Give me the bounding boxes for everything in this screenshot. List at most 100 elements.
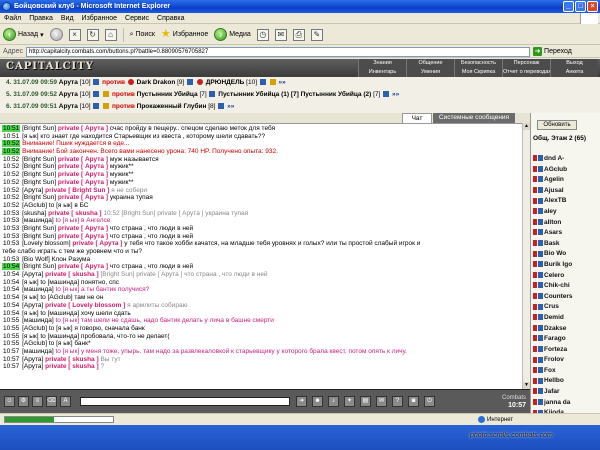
online-user[interactable]: Chik-chi: [533, 281, 599, 292]
info-icon[interactable]: [209, 91, 216, 98]
nav-skills[interactable]: Умения: [406, 68, 454, 77]
menu-file[interactable]: Файл: [4, 13, 21, 23]
nav-inventory[interactable]: Инвентарь: [358, 68, 406, 77]
chat-private-recipient[interactable]: private [ skusha ]: [48, 210, 101, 217]
battle-row[interactable]: 5. 31.07.09 09:52 Арута [10] против Пуст…: [0, 89, 600, 101]
chat-sender[interactable]: [Bright Sun]: [22, 179, 56, 186]
chat-private-recipient[interactable]: private [ Арута ]: [58, 179, 108, 186]
online-user[interactable]: Asars: [533, 228, 599, 239]
online-user[interactable]: janna da: [533, 398, 599, 409]
favorites-button[interactable]: ★ Избранное: [161, 29, 208, 40]
maximize-button[interactable]: □: [575, 1, 586, 12]
chat-sender[interactable]: [Bright Sun]: [22, 125, 56, 132]
battle-extra-name[interactable]: Пустынник Убийца (1) [7] Пустынник Убийц…: [218, 91, 371, 98]
chat-private-recipient[interactable]: private [ Bright Sun ]: [45, 187, 109, 194]
scroll-down-icon[interactable]: ▼: [523, 382, 530, 389]
online-user[interactable]: Farago: [533, 334, 599, 345]
nav-security[interactable]: Безопасность: [454, 59, 502, 68]
battle-right-name[interactable]: Пустынник Убийца: [137, 91, 198, 98]
media-button[interactable]: ♪ Медиа: [214, 28, 251, 41]
chat-message-input[interactable]: [80, 397, 290, 406]
chat-sender[interactable]: [Bright Sun]: [22, 163, 56, 170]
chat-sender[interactable]: [я ык]: [22, 333, 38, 340]
scroll-up-icon[interactable]: ▲: [523, 123, 530, 130]
info-icon[interactable]: [93, 91, 100, 98]
online-user[interactable]: Hellbo: [533, 376, 599, 387]
nav-knowledge[interactable]: Знания: [358, 59, 406, 68]
chat-sender[interactable]: [Bio Wolf]: [22, 256, 50, 263]
map-icon[interactable]: ✦: [344, 396, 355, 407]
chat-sender[interactable]: [Арута]: [22, 363, 43, 370]
chat-private-recipient[interactable]: private [ Арута ]: [58, 194, 108, 201]
online-user[interactable]: Forteza: [533, 345, 599, 356]
online-user[interactable]: AlexTB: [533, 196, 599, 207]
battle-left-name[interactable]: Арута: [59, 91, 78, 98]
nav-character[interactable]: Персонаж: [502, 59, 550, 68]
chat-sender[interactable]: [машинда]: [22, 217, 54, 224]
online-user[interactable]: Ajusal: [533, 186, 599, 197]
menu-view[interactable]: Вид: [61, 13, 74, 23]
chat-sender[interactable]: [я ык]: [22, 279, 38, 286]
chat-private-recipient[interactable]: private [ Lovely blossom ]: [45, 302, 125, 309]
online-user[interactable]: Bask: [533, 239, 599, 250]
chat-scrollbar[interactable]: ▲ ▼: [522, 123, 530, 389]
online-user[interactable]: Celero: [533, 271, 599, 282]
book-icon[interactable]: ▤: [360, 396, 371, 407]
nav-my-scroll[interactable]: Моя Скрипка: [454, 68, 502, 77]
online-user[interactable]: Frolov: [533, 355, 599, 366]
chat-private-recipient[interactable]: private [ Арута ]: [58, 171, 108, 178]
online-user[interactable]: Burik Igo: [533, 260, 599, 271]
online-user[interactable]: Demid: [533, 313, 599, 324]
menu-tools[interactable]: Сервис: [125, 13, 149, 23]
chat-sender[interactable]: [skusha]: [22, 210, 46, 217]
info-icon[interactable]: [259, 79, 266, 86]
chat-sender[interactable]: [я ык]: [22, 310, 38, 317]
emoticons-icon[interactable]: ☺: [4, 396, 15, 407]
chat-sender[interactable]: [Bright Sun]: [22, 171, 56, 178]
battle-row[interactable]: 4. 31.07.09 09:59 Арута [10] против Dark…: [0, 77, 600, 89]
bag-icon[interactable]: ◙: [408, 396, 419, 407]
info-icon[interactable]: [187, 79, 194, 86]
chat-sender[interactable]: [я ык]: [22, 133, 38, 140]
address-input[interactable]: http://capitalcity.combats.com/buttons.p…: [26, 46, 531, 57]
refresh-icon[interactable]: ↻: [86, 28, 99, 41]
chat-sender[interactable]: [AGclub]: [22, 202, 47, 209]
online-user[interactable]: aley: [533, 207, 599, 218]
filter-icon[interactable]: ≡: [32, 396, 43, 407]
refresh-users-button[interactable]: Обновить: [537, 120, 577, 130]
chat-private-recipient[interactable]: private [ Арута ]: [58, 233, 108, 240]
nav-exit[interactable]: Выход: [550, 59, 598, 68]
chat-private-recipient[interactable]: private [ skusha ]: [45, 363, 98, 370]
battle-right-name[interactable]: Dark Drakon: [137, 79, 176, 86]
edit-icon[interactable]: ✎: [310, 28, 323, 41]
nav-transfer-report[interactable]: Отчет о переводах: [502, 68, 550, 77]
chat-private-recipient[interactable]: private [ Арута ]: [72, 240, 122, 247]
chat-sender[interactable]: [Bright Sun]: [22, 156, 56, 163]
chat-sender[interactable]: [я ык]: [22, 294, 38, 301]
info-icon[interactable]: [383, 91, 390, 98]
chat-sender[interactable]: [Арута]: [22, 356, 43, 363]
nav-communication[interactable]: Общение: [406, 59, 454, 68]
battle-extra-name[interactable]: ДРЮНДЕЛЬ: [206, 79, 245, 86]
online-user[interactable]: dnd A-: [533, 154, 599, 165]
info-icon[interactable]: [218, 103, 225, 110]
smile-icon[interactable]: ☻: [312, 396, 323, 407]
chat-sender[interactable]: [Bright Sun]: [22, 225, 56, 232]
menu-edit[interactable]: Правка: [29, 13, 53, 23]
online-user[interactable]: AGclub: [533, 165, 599, 176]
exit-game-icon[interactable]: ⏻: [424, 396, 435, 407]
online-user[interactable]: Dzakse: [533, 324, 599, 335]
chat-private-recipient[interactable]: private [ skusha ]: [45, 271, 98, 278]
home-icon[interactable]: ⌂: [104, 28, 117, 41]
close-button[interactable]: ×: [587, 1, 598, 12]
chat-sender[interactable]: [Bright Sun]: [22, 233, 56, 240]
arrow-icon[interactable]: »»: [392, 91, 399, 98]
menu-help[interactable]: Справка: [157, 13, 184, 23]
chat-sender[interactable]: [Арута]: [22, 302, 43, 309]
info-icon[interactable]: [93, 103, 100, 110]
print-icon[interactable]: ⎙: [292, 28, 305, 41]
chat-private-recipient[interactable]: private [ skusha ]: [45, 356, 98, 363]
sound-icon[interactable]: ♪: [328, 396, 339, 407]
clear-icon[interactable]: ⌫: [46, 396, 57, 407]
translit-icon[interactable]: A: [60, 396, 71, 407]
